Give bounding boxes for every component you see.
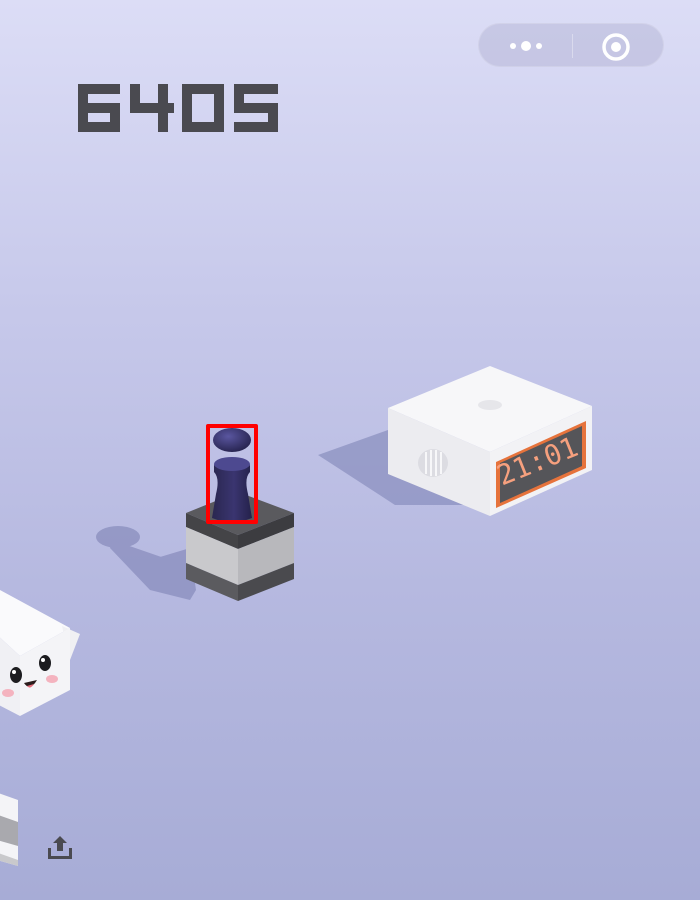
more-dots-icon[interactable] <box>501 36 551 56</box>
capsule-divider <box>572 34 573 58</box>
share-upload-icon[interactable] <box>44 832 76 864</box>
player-highlight-box <box>206 424 258 524</box>
smiling-cube-block <box>0 590 80 716</box>
mini-program-capsule <box>478 23 664 67</box>
speaker-grille <box>418 449 448 477</box>
target-circle-icon[interactable] <box>601 32 631 62</box>
partial-block-bottom-left <box>0 793 18 866</box>
player-shadow <box>96 526 196 600</box>
